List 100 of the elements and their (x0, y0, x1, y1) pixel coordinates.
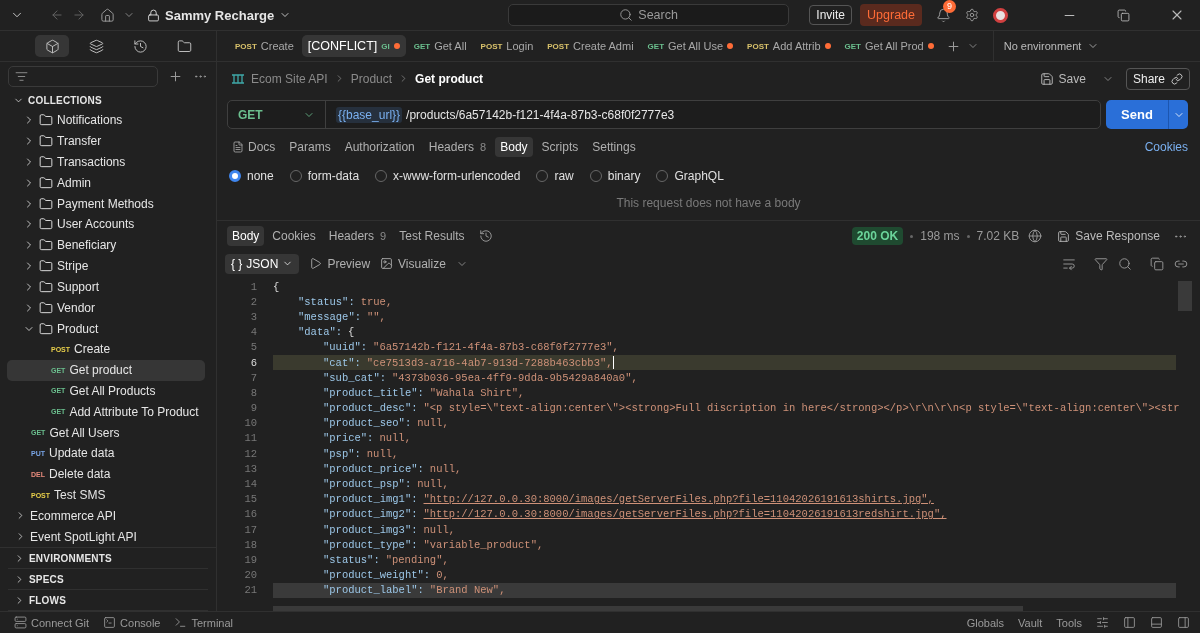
body-type-radio[interactable]: form-data (289, 169, 360, 183)
folder-icon[interactable] (39, 238, 53, 253)
home-icon[interactable] (100, 7, 115, 23)
request-tab[interactable]: POST Create (229, 35, 300, 57)
folder-icon[interactable] (39, 175, 53, 190)
view-button[interactable]: Preview (309, 256, 371, 271)
body-type-radio[interactable]: raw (536, 169, 574, 183)
body-type-radio[interactable]: GraphQL (656, 169, 724, 183)
folder-item[interactable]: User Accounts (7, 214, 205, 235)
request-tab[interactable]: POST Create Admi (541, 35, 640, 57)
folder-item[interactable]: Vendor (7, 297, 205, 319)
save-icon[interactable] (1039, 71, 1054, 86)
sliders-icon[interactable] (1096, 616, 1109, 629)
panel-left-icon[interactable] (1123, 616, 1136, 629)
cookies-link[interactable]: Cookies (1144, 140, 1188, 154)
bell-icon[interactable] (936, 7, 951, 23)
collection-item[interactable]: Ecommerce API (7, 505, 205, 527)
collection-item[interactable]: Event SpotLight API (7, 526, 205, 547)
folder-icon[interactable] (39, 134, 53, 149)
restore-icon[interactable] (1116, 8, 1130, 22)
folder-item[interactable]: Transactions (7, 151, 205, 173)
json-value[interactable]: "http://127.0.0.30:8000/images/getServerFiles.php?file=11042026191613shirts.jpg", (423, 493, 934, 506)
filter-icon[interactable] (1094, 256, 1108, 271)
collections-header[interactable]: COLLECTIONS (0, 91, 216, 110)
link-icon[interactable] (1171, 72, 1183, 85)
copy-icon[interactable] (1150, 256, 1164, 271)
response-tab[interactable]: Body (227, 226, 265, 246)
footer-button[interactable]: Terminal (174, 616, 234, 629)
save-response-button[interactable]: Save Response (1051, 228, 1166, 244)
search-field[interactable]: Search (508, 4, 790, 26)
share-button[interactable]: Share (1125, 67, 1190, 90)
response-tab[interactable]: Headers 9 (323, 226, 392, 246)
history-icon[interactable] (132, 38, 148, 54)
request-tab[interactable]: POST Login (474, 35, 540, 57)
request-tab[interactable]: GET Get All Prod (838, 35, 940, 57)
cube-icon[interactable] (44, 38, 60, 54)
wrap-icon[interactable] (1062, 256, 1076, 271)
format-dropdown[interactable]: { } JSON (225, 253, 300, 274)
folder-item[interactable]: Transfer (7, 130, 205, 152)
folder-item[interactable]: Notifications (7, 110, 205, 131)
upgrade-button[interactable]: Upgrade (860, 4, 922, 26)
breadcrumb-link[interactable]: Ecom Site API (251, 71, 328, 86)
body-type-radio[interactable]: x-www-form-urlencoded (375, 169, 521, 183)
footer-link[interactable]: Globals (966, 616, 1005, 629)
section-header[interactable]: ENVIRONMENTS (8, 548, 112, 568)
filter-field[interactable] (8, 66, 158, 87)
folder-icon[interactable] (39, 196, 53, 211)
vertical-scrollbar[interactable] (1178, 281, 1192, 311)
request-option-tab[interactable]: Params (284, 137, 336, 157)
request-option-tab[interactable]: Docs (227, 137, 281, 157)
plus-icon[interactable] (168, 69, 183, 84)
response-tab[interactable]: Test Results (394, 226, 470, 246)
request-option-tab[interactable]: Body (495, 137, 533, 157)
folder-icon[interactable] (39, 155, 53, 170)
request-option-tab[interactable]: Headers 8 (423, 137, 492, 157)
layers-icon[interactable] (88, 38, 104, 54)
footer-link[interactable]: Tools (1056, 616, 1082, 629)
section-header[interactable]: FLOWS (8, 590, 67, 610)
folder-item[interactable]: Product (7, 318, 205, 339)
request-tab[interactable]: GET Get All Use (641, 35, 740, 57)
save-icon[interactable] (1057, 229, 1071, 243)
folder-item[interactable]: Admin (7, 172, 205, 194)
json-value[interactable]: "http://127.0.0.30:8000/images/getServerFiles.php?file=11042026191613redshirt.jpg", (423, 508, 947, 521)
request-option-tab[interactable]: Settings (587, 137, 641, 157)
environment-selector[interactable]: No environment (992, 30, 1100, 62)
body-type-radio[interactable]: binary (589, 169, 641, 183)
folder-item[interactable]: Stripe (7, 255, 205, 277)
avatar[interactable] (993, 7, 1008, 23)
request-option-tab[interactable]: Authorization (339, 137, 420, 157)
breadcrumb-link[interactable]: Product (350, 71, 393, 86)
save-button[interactable]: Save (1033, 70, 1092, 87)
search-icon[interactable] (619, 8, 634, 22)
footer-link[interactable]: Vault (1018, 616, 1043, 629)
globe-icon[interactable] (1028, 229, 1043, 243)
body-type-radio[interactable]: none (229, 169, 274, 183)
plus-icon[interactable] (945, 38, 961, 54)
request-tab[interactable]: [CONFLICT] GI (301, 35, 406, 57)
folder-item[interactable]: Support (7, 276, 205, 298)
panel-right-icon[interactable] (1177, 616, 1190, 629)
folder-item[interactable]: Beneficiary (7, 234, 205, 256)
response-tab[interactable]: Cookies (267, 226, 321, 246)
folder-item[interactable]: Payment Methods (7, 193, 205, 215)
panel-bottom-icon[interactable] (1150, 616, 1163, 629)
view-button[interactable]: Visualize (380, 256, 446, 271)
folder-icon[interactable] (39, 300, 53, 315)
workspace-selector[interactable]: Sammy Recharge (143, 5, 296, 25)
filter-icon[interactable] (15, 70, 28, 83)
folder-icon[interactable] (39, 279, 53, 294)
request-tab[interactable]: GET Get All (407, 35, 473, 57)
send-button[interactable]: Send (1106, 100, 1188, 129)
lock-icon[interactable] (147, 8, 160, 22)
image-icon[interactable] (380, 257, 394, 270)
request-option-tab[interactable]: Scripts (536, 137, 584, 157)
request-tab[interactable]: POST Add Attrib (741, 35, 837, 57)
footer-button[interactable]: Connect Git (14, 616, 90, 629)
horizontal-scrollbar[interactable] (273, 606, 1023, 611)
section-header[interactable]: SPECS (8, 569, 64, 589)
folder-icon[interactable] (39, 321, 53, 336)
folder-icon[interactable] (39, 217, 53, 232)
folder-icon[interactable] (39, 113, 53, 128)
